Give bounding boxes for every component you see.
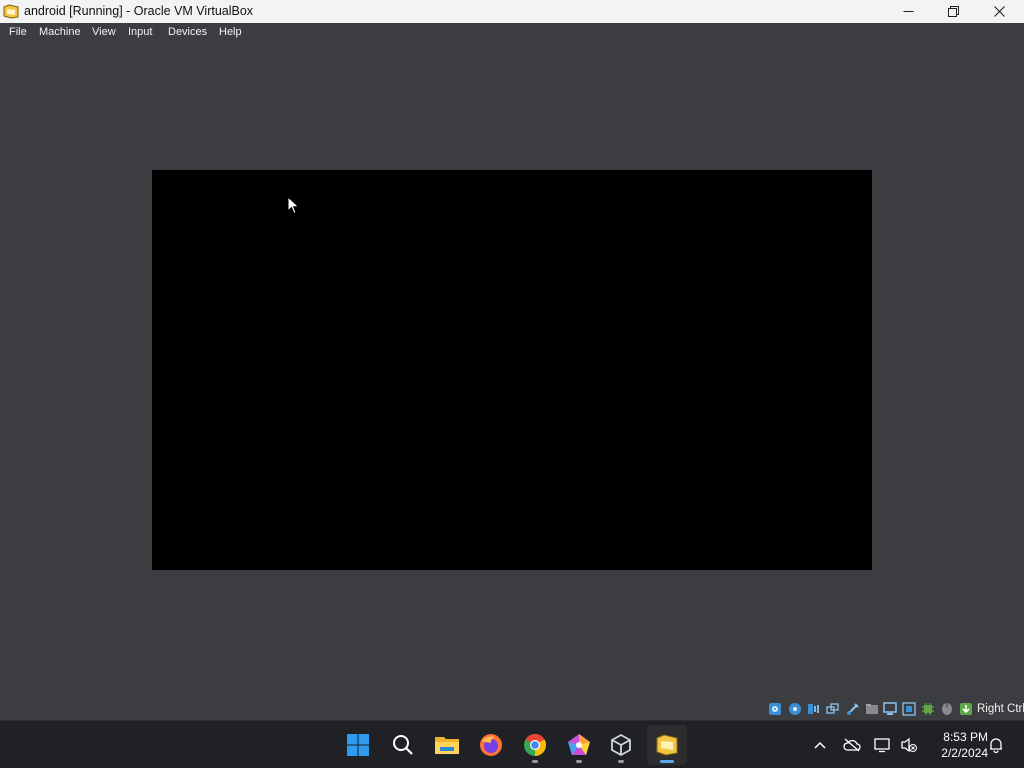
display-icon[interactable] [883, 702, 897, 716]
running-indicator [618, 760, 624, 763]
volume-muted-icon [901, 737, 917, 753]
taskbar: 8:53 PM 2/2/2024 [0, 720, 1024, 768]
taskbar-app-file-explorer[interactable] [427, 725, 467, 765]
firefox-icon [480, 734, 502, 756]
title-bar: android [Running] - Oracle VM VirtualBox [0, 0, 1024, 23]
close-icon [993, 6, 1005, 17]
restore-icon [947, 6, 959, 17]
mouse-integration-icon[interactable] [940, 702, 954, 716]
host-key-label[interactable]: Right Ctrl [977, 703, 1024, 715]
minimize-icon [903, 11, 913, 12]
chrome-icon [524, 734, 546, 756]
menu-machine[interactable]: Machine [39, 26, 81, 38]
menu-devices[interactable]: Devices [168, 26, 207, 38]
close-button[interactable] [976, 0, 1022, 23]
taskbar-app-pentagon[interactable] [559, 725, 599, 765]
search-button[interactable] [383, 725, 423, 765]
active-indicator [660, 760, 674, 763]
optical-drive-icon[interactable] [788, 702, 802, 716]
minimize-button[interactable] [885, 0, 931, 23]
virtualbox-vm-icon [3, 4, 19, 19]
network-icon[interactable] [826, 702, 840, 716]
mouse-cursor-icon [287, 196, 300, 215]
menu-file[interactable]: File [9, 26, 27, 38]
running-indicator [576, 760, 582, 763]
taskbar-app-firefox[interactable] [471, 725, 511, 765]
running-indicator [532, 760, 538, 763]
status-bar: Right Ctrl [765, 700, 1024, 719]
search-icon [393, 735, 413, 755]
clock-date: 2/2/2024 [941, 746, 988, 760]
restore-button[interactable] [930, 0, 976, 23]
chevron-up-icon [814, 741, 826, 749]
taskbar-app-android-vm[interactable] [647, 725, 687, 765]
network-icon [874, 738, 890, 753]
virtualbox-vm-icon [656, 734, 678, 756]
usb-icon[interactable] [846, 702, 860, 716]
audio-icon[interactable] [807, 702, 821, 716]
virtualbox-icon [611, 733, 631, 757]
notifications-button[interactable] [986, 735, 1006, 755]
taskbar-app-chrome[interactable] [515, 725, 555, 765]
taskbar-app-virtualbox[interactable] [601, 725, 641, 765]
menu-help[interactable]: Help [219, 26, 242, 38]
recording-icon[interactable] [902, 702, 916, 716]
cpu-icon[interactable] [921, 702, 935, 716]
menu-view[interactable]: View [92, 26, 116, 38]
menu-input[interactable]: Input [128, 26, 152, 38]
notification-bell-icon [990, 738, 1002, 753]
pentagon-app-icon [568, 734, 590, 755]
hard-disk-icon[interactable] [768, 702, 782, 716]
cloud-status[interactable] [842, 735, 862, 755]
window-title: android [Running] - Oracle VM VirtualBox [24, 4, 254, 18]
menu-bar: File Machine View Input Devices Help [0, 23, 1024, 42]
vm-display[interactable] [152, 170, 872, 570]
cloud-offline-icon [843, 738, 861, 752]
start-button[interactable] [338, 725, 378, 765]
show-hidden-icons-button[interactable] [810, 735, 830, 755]
system-clock[interactable]: 8:53 PM 2/2/2024 [926, 729, 988, 761]
keyboard-icon[interactable] [959, 702, 973, 716]
file-explorer-icon [435, 737, 459, 754]
shared-folders-icon[interactable] [865, 702, 879, 716]
windows-start-icon [347, 734, 369, 756]
network-status[interactable] [873, 735, 893, 755]
clock-time: 8:53 PM [943, 730, 988, 744]
volume-control[interactable] [899, 735, 919, 755]
